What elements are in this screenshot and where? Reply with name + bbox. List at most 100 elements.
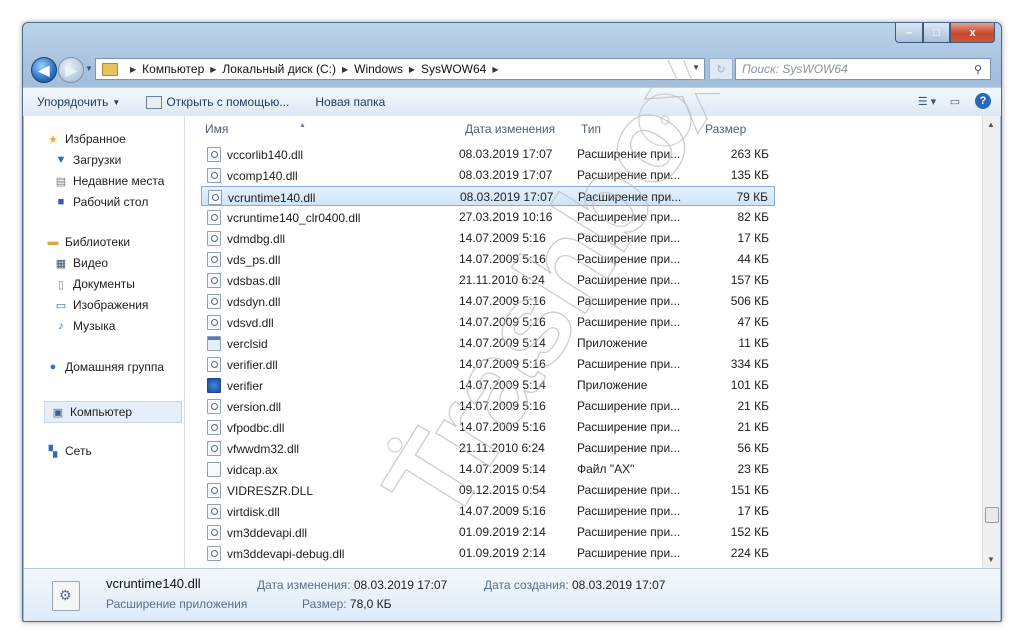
vertical-scrollbar[interactable]: ▲ ▼	[982, 116, 1000, 568]
command-bar: Упорядочить ▼ Открыть с помощью... Новая…	[23, 87, 1001, 117]
downloads-icon: ▼	[55, 154, 67, 166]
file-row[interactable]: vfpodbc.dll 14.07.2009 5:16 Расширение при…	[201, 417, 775, 437]
file-row[interactable]: vdsdyn.dll 14.07.2009 5:16 Расширение при.…	[201, 291, 775, 311]
explorer-body: ★ Избранное ▼ Загрузки ▤ Недавние места …	[24, 116, 1000, 568]
file-row[interactable]: vdmdbg.dll 14.07.2009 5:16 Расширение при.…	[201, 228, 775, 248]
nav-downloads-label: Загрузки	[73, 153, 122, 167]
address-bar[interactable]: ▶ Компьютер ▶ Локальный диск (C:) ▶ Wind…	[95, 58, 705, 80]
details-filename: vcruntime140.dll	[106, 576, 201, 591]
new-folder-label: Новая папка	[315, 95, 386, 109]
application-icon	[207, 336, 221, 351]
column-header-size[interactable]: Размер	[705, 122, 746, 136]
nav-favorites[interactable]: ★ Избранное	[46, 132, 126, 146]
file-row[interactable]: verclsid 14.07.2009 5:14 Приложение 11 КБ	[201, 333, 775, 353]
nav-desktop[interactable]: ■ Рабочий стол	[54, 195, 149, 209]
organize-button[interactable]: Упорядочить ▼	[37, 95, 120, 109]
file-size: 47 КБ	[737, 315, 769, 329]
nav-images[interactable]: ▭ Изображения	[54, 298, 149, 312]
minimize-button[interactable]: –	[895, 23, 923, 43]
breadcrumb-local-disk[interactable]: Локальный диск (C:)	[222, 62, 336, 76]
file-date: 21.11.2010 6:24	[459, 273, 545, 287]
caption-buttons: – □ x	[895, 23, 995, 43]
file-name-text: virtdisk.dll	[227, 504, 280, 519]
nav-libraries[interactable]: ▬ Библиотеки	[46, 235, 131, 249]
search-icon[interactable]: ⚲	[974, 63, 990, 76]
preview-pane-icon: ▭	[949, 95, 961, 108]
scroll-up-icon[interactable]: ▲	[987, 120, 995, 129]
nav-documents[interactable]: ▯ Документы	[54, 277, 135, 291]
dll-file-icon	[207, 210, 221, 225]
nav-downloads[interactable]: ▼ Загрузки	[54, 153, 122, 167]
breadcrumb-separator-icon[interactable]: ▶	[342, 65, 348, 74]
file-row[interactable]: vcomp140.dll 08.03.2019 17:07 Расширение п…	[201, 165, 775, 185]
search-box[interactable]: Поиск: SysWOW64 ⚲	[735, 58, 991, 80]
file-row[interactable]: vcruntime140.dll 08.03.2019 17:07 Расширен…	[201, 186, 775, 206]
details-modified-label: Дата изменения:	[257, 578, 351, 592]
file-row[interactable]: verifier 14.07.2009 5:14 Приложение 101 КБ	[201, 375, 775, 395]
file-row[interactable]: virtdisk.dll 14.07.2009 5:16 Расширение пр…	[201, 501, 775, 521]
breadcrumb-separator-icon[interactable]: ▶	[130, 65, 136, 74]
change-view-button[interactable]: ☰ ▾	[917, 92, 937, 110]
breadcrumb-separator-icon[interactable]: ▶	[409, 65, 415, 74]
scroll-down-icon[interactable]: ▼	[987, 555, 995, 564]
file-name-text: vdsbas.dll	[227, 273, 281, 288]
breadcrumb-separator-icon[interactable]: ▶	[492, 65, 498, 74]
file-row[interactable]: VIDRESZR.DLL 09.12.2015 0:54 Расширение пр…	[201, 480, 775, 500]
file-name-text: vds_ps.dll	[227, 252, 281, 267]
desktop-icon: ■	[57, 196, 65, 208]
file-date: 21.11.2010 6:24	[459, 441, 545, 455]
column-header-type[interactable]: Тип	[581, 122, 601, 136]
breadcrumb-separator-icon[interactable]: ▶	[210, 65, 216, 74]
file-row[interactable]: verifier.dll 14.07.2009 5:16 Расширение пр…	[201, 354, 775, 374]
scrollbar-thumb[interactable]	[985, 507, 999, 523]
new-folder-button[interactable]: Новая папка	[315, 95, 385, 109]
file-row[interactable]: vm3ddevapi-debug.dll 01.09.2019 2:14 Расши…	[201, 543, 775, 563]
minimize-icon: –	[905, 26, 913, 39]
nav-recent-places[interactable]: ▤ Недавние места	[54, 174, 165, 188]
dll-file-icon	[207, 525, 221, 540]
file-row[interactable]: vidcap.ax 14.07.2009 5:14 Файл "AX" 23 КБ	[201, 459, 775, 479]
maximize-button[interactable]: □	[923, 23, 950, 43]
nav-computer[interactable]: ▣ Компьютер	[44, 401, 182, 423]
open-with-button[interactable]: Открыть с помощью...	[146, 95, 289, 109]
back-button[interactable]: ◀	[31, 57, 57, 83]
file-size: 56 КБ	[737, 441, 769, 455]
file-row[interactable]: vds_ps.dll 14.07.2009 5:16 Расширение при.…	[201, 249, 775, 269]
file-row[interactable]: vdsbas.dll 21.11.2010 6:24 Расширение при.…	[201, 270, 775, 290]
nav-homegroup[interactable]: ● Домашняя группа	[46, 360, 164, 374]
file-row[interactable]: vdsvd.dll 14.07.2009 5:16 Расширение при..…	[201, 312, 775, 332]
forward-button[interactable]: ▶	[58, 57, 84, 83]
nav-video[interactable]: ▦ Видео	[54, 256, 108, 270]
nav-homegroup-label: Домашняя группа	[65, 360, 165, 374]
file-type: Расширение при...	[577, 441, 681, 455]
file-row[interactable]: vfwwdm32.dll 21.11.2010 6:24 Расширение пр…	[201, 438, 775, 458]
file-date: 01.09.2019 2:14	[459, 525, 546, 539]
refresh-button[interactable]: ↻	[709, 58, 733, 80]
preview-pane-button[interactable]: ▭	[945, 92, 965, 110]
nav-music[interactable]: ♪ Музыка	[54, 319, 115, 333]
breadcrumb-windows[interactable]: Windows	[354, 62, 403, 76]
column-header-date[interactable]: Дата изменения	[465, 122, 555, 136]
help-button[interactable]: ?	[975, 93, 991, 109]
breadcrumb-computer[interactable]: Компьютер	[142, 62, 204, 76]
file-row[interactable]: vcruntime140_clr0400.dll 27.03.2019 10:16…	[201, 207, 775, 227]
file-name: verifier	[207, 378, 263, 393]
nav-desktop-label: Рабочий стол	[73, 195, 149, 209]
file-row[interactable]: vm3ddevapi.dll 01.09.2019 2:14 Расширение …	[201, 522, 775, 542]
explorer-window: – □ x ◀ ▶ ▼ ▶ Компьютер ▶ Локальный диск…	[22, 22, 1002, 622]
close-button[interactable]: x	[950, 23, 995, 43]
file-date: 09.12.2015 0:54	[459, 483, 546, 497]
file-date: 27.03.2019 10:16	[459, 210, 553, 224]
file-name-text: vfpodbc.dll	[227, 420, 285, 435]
file-row[interactable]: vccorlib140.dll 08.03.2019 17:07 Расширени…	[201, 144, 775, 164]
address-dropdown-icon[interactable]: ▼	[692, 63, 700, 72]
file-row[interactable]: version.dll 14.07.2009 5:16 Расширение при…	[201, 396, 775, 416]
file-size: 224 КБ	[730, 546, 769, 560]
file-name-text: vcruntime140_clr0400.dll	[227, 210, 361, 225]
nav-network[interactable]: ▚ Сеть	[46, 444, 92, 458]
file-name: vdmdbg.dll	[207, 231, 285, 246]
breadcrumb-syswow64[interactable]: SysWOW64	[421, 62, 486, 76]
file-name-text: vidcap.ax	[227, 462, 278, 477]
column-header-name[interactable]: ▲ Имя	[205, 122, 306, 136]
recent-pages-dropdown-icon[interactable]: ▼	[85, 64, 93, 73]
